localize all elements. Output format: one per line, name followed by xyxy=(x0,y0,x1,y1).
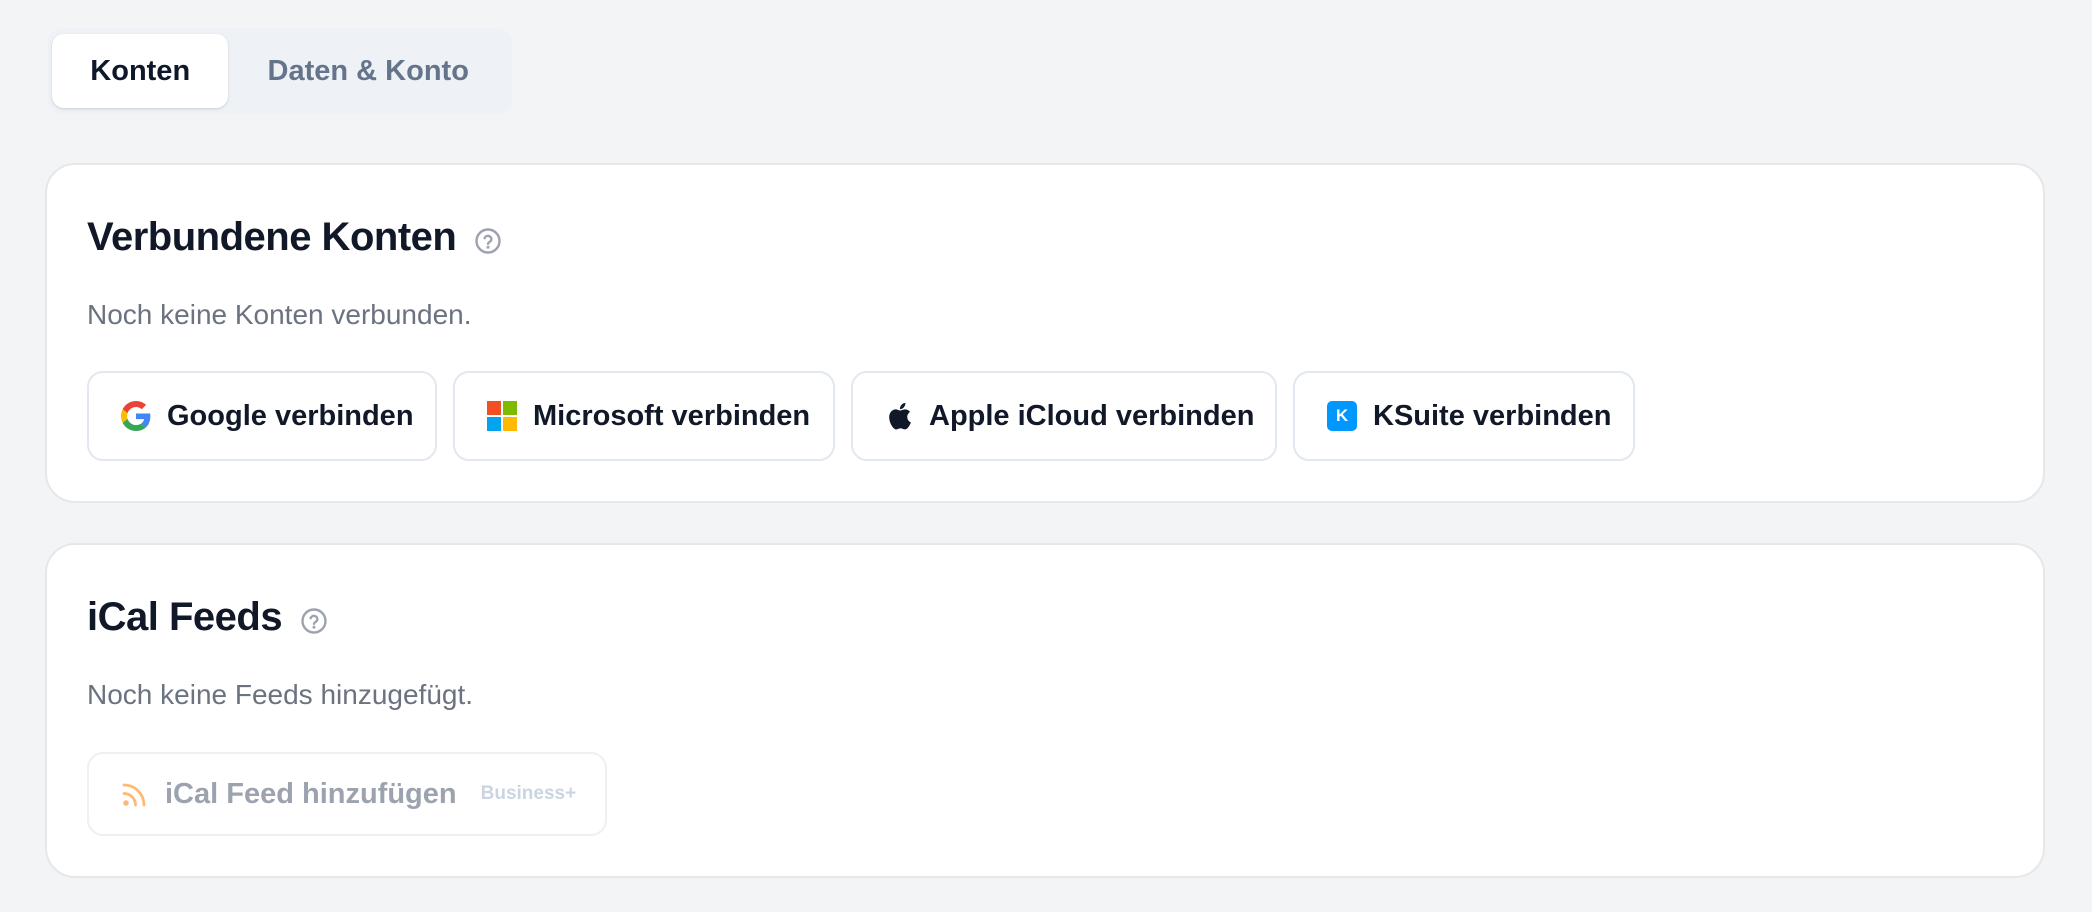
tab-daten-konto[interactable]: Daten & Konto xyxy=(228,34,508,108)
connect-ksuite-button[interactable]: K KSuite verbinden xyxy=(1293,371,1635,461)
connect-apple-icloud-button[interactable]: Apple iCloud verbinden xyxy=(851,371,1277,461)
question-circle-icon[interactable] xyxy=(474,227,502,255)
ksuite-icon-letter: K xyxy=(1327,401,1357,431)
tab-konten[interactable]: Konten xyxy=(52,34,229,108)
connected-accounts-heading: Verbundene Konten xyxy=(87,215,502,260)
connect-microsoft-label: Microsoft verbinden xyxy=(533,399,811,432)
connect-microsoft-button[interactable]: Microsoft verbinden xyxy=(453,371,835,461)
add-ical-feed-label: iCal Feed hinzufügen xyxy=(165,777,457,810)
connect-google-label: Google verbinden xyxy=(167,399,414,432)
business-plus-badge: Business+ xyxy=(480,783,577,804)
apple-icon xyxy=(885,400,913,432)
question-circle-icon[interactable] xyxy=(300,607,328,635)
connect-apple-icloud-label: Apple iCloud verbinden xyxy=(929,399,1255,432)
ksuite-icon: K xyxy=(1327,400,1357,432)
connect-ksuite-label: KSuite verbinden xyxy=(1373,399,1612,432)
connected-accounts-card: Verbundene Konten Noch keine Konten verb… xyxy=(45,163,2045,503)
ical-buttons-row: iCal Feed hinzufügen Business+ xyxy=(87,752,607,836)
rss-icon xyxy=(121,778,149,810)
connect-buttons-row: Google verbinden Microsoft verbinden App… xyxy=(87,371,1635,461)
ical-feeds-card: iCal Feeds Noch keine Feeds hinzugefügt.… xyxy=(45,543,2045,878)
ical-feeds-empty-text: Noch keine Feeds hinzugefügt. xyxy=(87,679,474,710)
ical-feeds-title: iCal Feeds xyxy=(87,595,283,639)
add-ical-feed-button[interactable]: iCal Feed hinzufügen Business+ xyxy=(87,752,607,836)
connect-google-button[interactable]: Google verbinden xyxy=(87,371,437,461)
google-icon xyxy=(121,400,151,432)
connected-accounts-title: Verbundene Konten xyxy=(87,215,457,259)
tab-bar: Konten Daten & Konto xyxy=(48,28,512,114)
ical-feeds-heading: iCal Feeds xyxy=(87,595,328,640)
connected-accounts-empty-text: Noch keine Konten verbunden. xyxy=(87,299,472,330)
microsoft-icon xyxy=(487,400,517,432)
